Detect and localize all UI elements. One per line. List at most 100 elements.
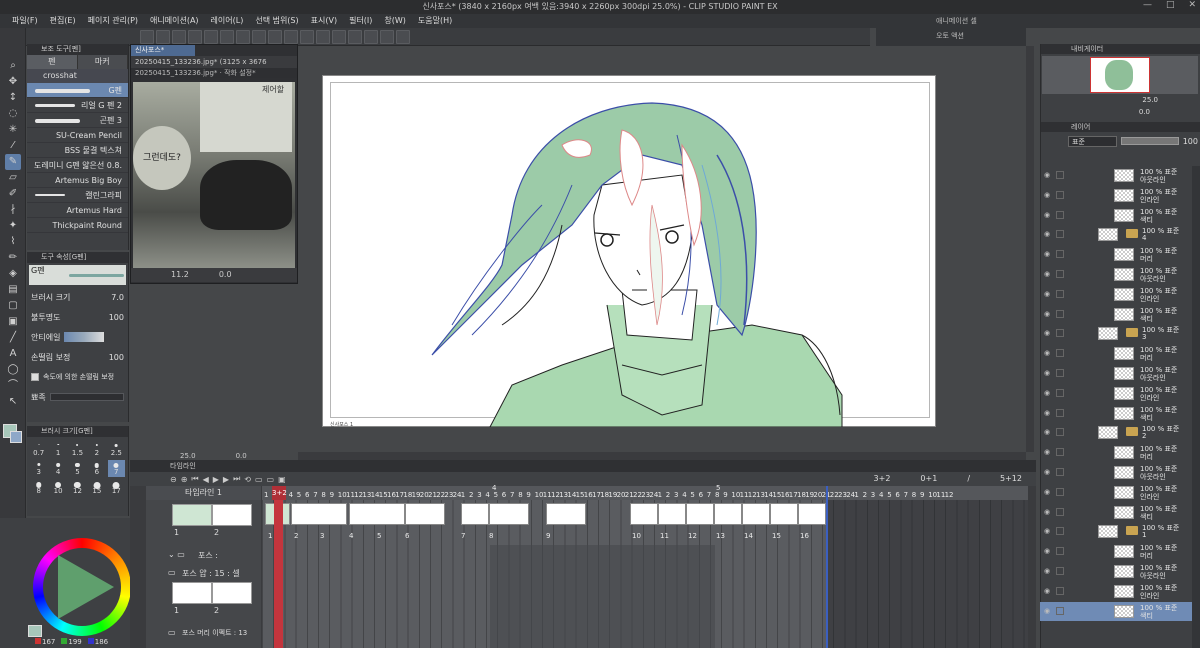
balloon-icon[interactable]: ◯ xyxy=(5,362,21,378)
layer-lock-toggle[interactable] xyxy=(1056,468,1064,476)
layer-lock-toggle[interactable] xyxy=(1056,527,1064,536)
sub-color-swatch[interactable] xyxy=(10,431,22,443)
layer-folder[interactable]: ◉ 100 % 표준 4 xyxy=(1040,225,1192,244)
layer-item[interactable]: ◉ 100 % 표준 색티 xyxy=(1040,503,1192,522)
lasso-icon[interactable]: ◌ xyxy=(5,106,21,122)
layer-item[interactable]: ◉ 100 % 표준 아웃라인 xyxy=(1040,265,1192,284)
layer-lock-toggle[interactable] xyxy=(1056,507,1064,516)
layer-lock-toggle[interactable] xyxy=(1056,190,1064,199)
track-thumb[interactable] xyxy=(212,504,252,526)
layer-lock-toggle[interactable] xyxy=(1056,567,1064,575)
crop-icon[interactable] xyxy=(316,29,330,44)
move-icon[interactable]: ↕ xyxy=(5,90,21,106)
layer-visibility-icon[interactable]: ◉ xyxy=(1044,191,1052,199)
layer-item[interactable]: ◉ 100 % 표준 머리 xyxy=(1040,344,1192,363)
layer-item[interactable]: ◉ 100 % 표준 머리 xyxy=(1040,542,1192,561)
timeline-cel[interactable] xyxy=(630,503,658,525)
layer-item[interactable]: ◉ 100 % 표준 색티 xyxy=(1040,206,1192,225)
tab-pen[interactable]: 펜 xyxy=(27,55,78,69)
onion-skin-icon[interactable]: ▣ xyxy=(278,475,286,484)
color-icon[interactable] xyxy=(396,29,410,44)
blend-icon[interactable]: ⌇ xyxy=(5,234,21,250)
redo-icon[interactable] xyxy=(220,29,234,44)
invert-selection-icon[interactable] xyxy=(332,29,346,44)
frame-icon[interactable]: ▣ xyxy=(5,314,21,330)
layer-lock-toggle[interactable] xyxy=(1056,586,1064,595)
layer-visibility-icon[interactable]: ◉ xyxy=(1044,171,1052,179)
layer-visibility-icon[interactable]: ◉ xyxy=(1044,527,1052,535)
brush-size-option[interactable]: 1 xyxy=(49,441,66,458)
layer-opacity-slider[interactable] xyxy=(1121,137,1179,145)
brush-size-option[interactable]: 5 xyxy=(69,460,86,477)
layer-item[interactable]: ◉ 100 % 표준 머리 xyxy=(1040,245,1192,264)
sub-view-tab[interactable]: 신사포스* xyxy=(131,45,195,56)
brush-item[interactable]: 리얼 G 펜 2 xyxy=(27,98,128,113)
layer-lock-toggle[interactable] xyxy=(1056,329,1064,338)
timeline-end-marker[interactable] xyxy=(826,486,828,648)
layer-item[interactable]: ◉ 100 % 표준 아웃라인 xyxy=(1040,166,1192,185)
timeline-cel[interactable] xyxy=(658,503,686,525)
layer-item[interactable]: ◉ 100 % 표준 인라인 xyxy=(1040,384,1192,403)
correct-line-icon[interactable]: ⌒ xyxy=(5,378,21,394)
fill-bucket-icon[interactable]: ◈ xyxy=(5,266,21,282)
pencil-icon[interactable]: ✏ xyxy=(5,250,21,266)
layer-opacity-value[interactable]: 100 xyxy=(1183,137,1198,146)
brush-size-option[interactable]: 2 xyxy=(88,441,105,458)
menu-window[interactable]: 창(W) xyxy=(378,14,412,28)
timeline-cel[interactable] xyxy=(798,503,826,525)
layer-lock-toggle[interactable] xyxy=(1056,369,1064,377)
track-thumb[interactable] xyxy=(172,582,212,604)
brush-item[interactable]: Artemus Hard xyxy=(27,203,128,218)
timeline-cel[interactable] xyxy=(686,503,714,525)
layer-visibility-icon[interactable]: ◉ xyxy=(1044,369,1052,377)
timeline-cel[interactable] xyxy=(742,503,770,525)
layer-visibility-icon[interactable]: ◉ xyxy=(1044,389,1052,397)
timeline-cel[interactable] xyxy=(461,503,489,525)
layer-item[interactable]: ◉ 100 % 표준 색티 xyxy=(1040,404,1192,423)
layer-lock-toggle[interactable] xyxy=(1056,230,1064,239)
brush-icon[interactable]: ✐ xyxy=(5,186,21,202)
layer-folder[interactable]: ◉ 100 % 표준 2 xyxy=(1040,423,1192,442)
menu-help[interactable]: 도움말(H) xyxy=(412,14,458,28)
layer-lock-toggle[interactable] xyxy=(1056,487,1064,496)
canvas-horizontal-scrollbar[interactable] xyxy=(298,452,1026,460)
color-triangle[interactable] xyxy=(58,555,114,619)
timeline-cel[interactable] xyxy=(349,503,405,525)
clear-icon[interactable] xyxy=(252,29,266,44)
track-thumb[interactable] xyxy=(172,504,212,526)
navigator-zoom-value[interactable]: 25.0 xyxy=(1142,96,1158,106)
layer-item[interactable]: ◉ 100 % 표준 아웃라인 xyxy=(1040,562,1192,581)
track-thumb[interactable] xyxy=(212,582,252,604)
layer-lock-toggle[interactable] xyxy=(1056,547,1064,556)
snap-grid-icon[interactable] xyxy=(380,29,394,44)
save-icon[interactable] xyxy=(172,29,186,44)
stabilize-value[interactable]: 100 xyxy=(102,353,124,362)
print-icon[interactable] xyxy=(188,29,202,44)
brush-item[interactable]: Artemus Big Boy xyxy=(27,173,128,188)
gradient-icon[interactable]: ▤ xyxy=(5,282,21,298)
layer-lock-toggle[interactable] xyxy=(1056,289,1064,298)
menu-edit[interactable]: 편집(E) xyxy=(44,14,82,28)
layer-visibility-icon[interactable]: ◉ xyxy=(1044,290,1052,298)
brush-size-option[interactable]: 7 xyxy=(107,460,125,477)
auto-action-tab[interactable]: 오토 액션 xyxy=(876,29,1026,44)
layer-item[interactable]: ◉ 100 % 표준 아웃라인 xyxy=(1040,463,1192,482)
brush-item[interactable]: SU-Cream Pencil xyxy=(27,128,128,143)
layer-visibility-icon[interactable]: ◉ xyxy=(1044,587,1052,595)
first-frame-icon[interactable]: ⏮ xyxy=(191,474,198,484)
layer-lock-toggle[interactable] xyxy=(1056,309,1064,318)
eraser-icon[interactable]: ▱ xyxy=(5,170,21,186)
layer-lock-toggle[interactable] xyxy=(1056,171,1064,179)
layer-lock-toggle[interactable] xyxy=(1056,349,1064,358)
layer-visibility-icon[interactable]: ◉ xyxy=(1044,230,1052,238)
canvas-vertical-scrollbar[interactable] xyxy=(1026,46,1034,452)
layer-lock-toggle[interactable] xyxy=(1056,428,1064,437)
timeline-cel[interactable] xyxy=(489,503,529,525)
eye-icon[interactable]: ⌄ ▭ xyxy=(168,550,185,559)
new-folder-icon[interactable]: ▭ xyxy=(255,475,263,484)
layer-lock-toggle[interactable] xyxy=(1056,408,1064,417)
brush-size-option[interactable]: 17 xyxy=(108,479,125,496)
layer-scrollbar[interactable] xyxy=(1192,166,1200,648)
text-icon[interactable]: A xyxy=(5,346,21,362)
layer-visibility-icon[interactable]: ◉ xyxy=(1044,428,1052,436)
